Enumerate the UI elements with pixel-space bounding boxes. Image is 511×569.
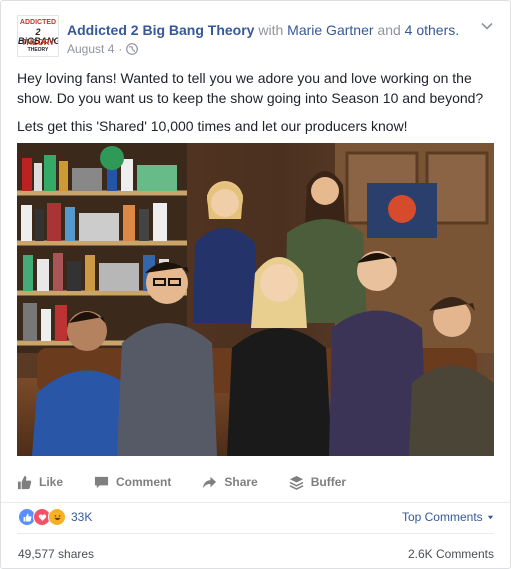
with-text: with [254,22,288,38]
caret-down-icon [487,516,494,520]
comments-count[interactable]: 2.6K Comments [408,547,494,561]
haha-reaction-icon [48,508,66,526]
page-avatar[interactable]: ADDICTED 2 BiGBANG THEORY THEORY [17,15,59,57]
share-icon [203,476,217,488]
post-body: Hey loving fans! Wanted to tell you we a… [17,68,496,144]
post-paragraph: Hey loving fans! Wanted to tell you we a… [17,70,484,106]
comment-button[interactable]: Comment [94,475,171,490]
reaction-count[interactable]: 33K [71,510,92,524]
avatar-line: THEORY [27,47,49,53]
shares-count[interactable]: 49,577 shares [18,547,94,561]
date-separator: · [118,42,123,56]
comment-label: Comment [116,475,172,489]
comment-icon [94,476,109,488]
top-comments-label: Top Comments [401,510,483,524]
like-icon [17,475,32,489]
post-author-line: Addicted 2 Big Bang Theory with Marie Ga… [67,21,459,39]
avatar-line: ADDICTED [19,19,57,26]
globe-icon [126,43,139,55]
post-action-bar: Like Comment Share Buffer [17,467,494,497]
post-card: ADDICTED 2 BiGBANG THEORY THEORY Addicte… [0,0,511,569]
post-meta: August 4 · [67,42,139,56]
post-date[interactable]: August 4 [67,42,114,56]
post-header: ADDICTED 2 BiGBANG THEORY THEORY Addicte… [17,15,494,59]
and-text: and [373,22,405,38]
page-name-link[interactable]: Addicted 2 Big Bang Theory [67,22,254,38]
tagged-person-link[interactable]: Marie Gartner [287,22,373,38]
like-button[interactable]: Like [17,475,63,490]
avatar-line: THEORY [21,38,55,47]
share-label: Share [224,475,258,489]
share-button[interactable]: Share [202,475,258,490]
top-comments-dropdown[interactable]: Top Comments [402,510,494,524]
others-link[interactable]: 4 others. [405,22,459,38]
divider [17,533,494,534]
reaction-summary[interactable]: 33K [18,507,92,527]
like-label: Like [39,475,64,489]
buffer-button[interactable]: Buffer [289,475,346,490]
post-photo[interactable] [17,143,494,456]
buffer-icon [289,475,304,490]
divider [1,502,510,503]
post-paragraph: Lets get this 'Shared' 10,000 times and … [17,118,408,134]
buffer-label: Buffer [310,475,347,489]
chevron-down-icon[interactable] [480,19,494,33]
cast-photo-illustration [17,143,494,456]
